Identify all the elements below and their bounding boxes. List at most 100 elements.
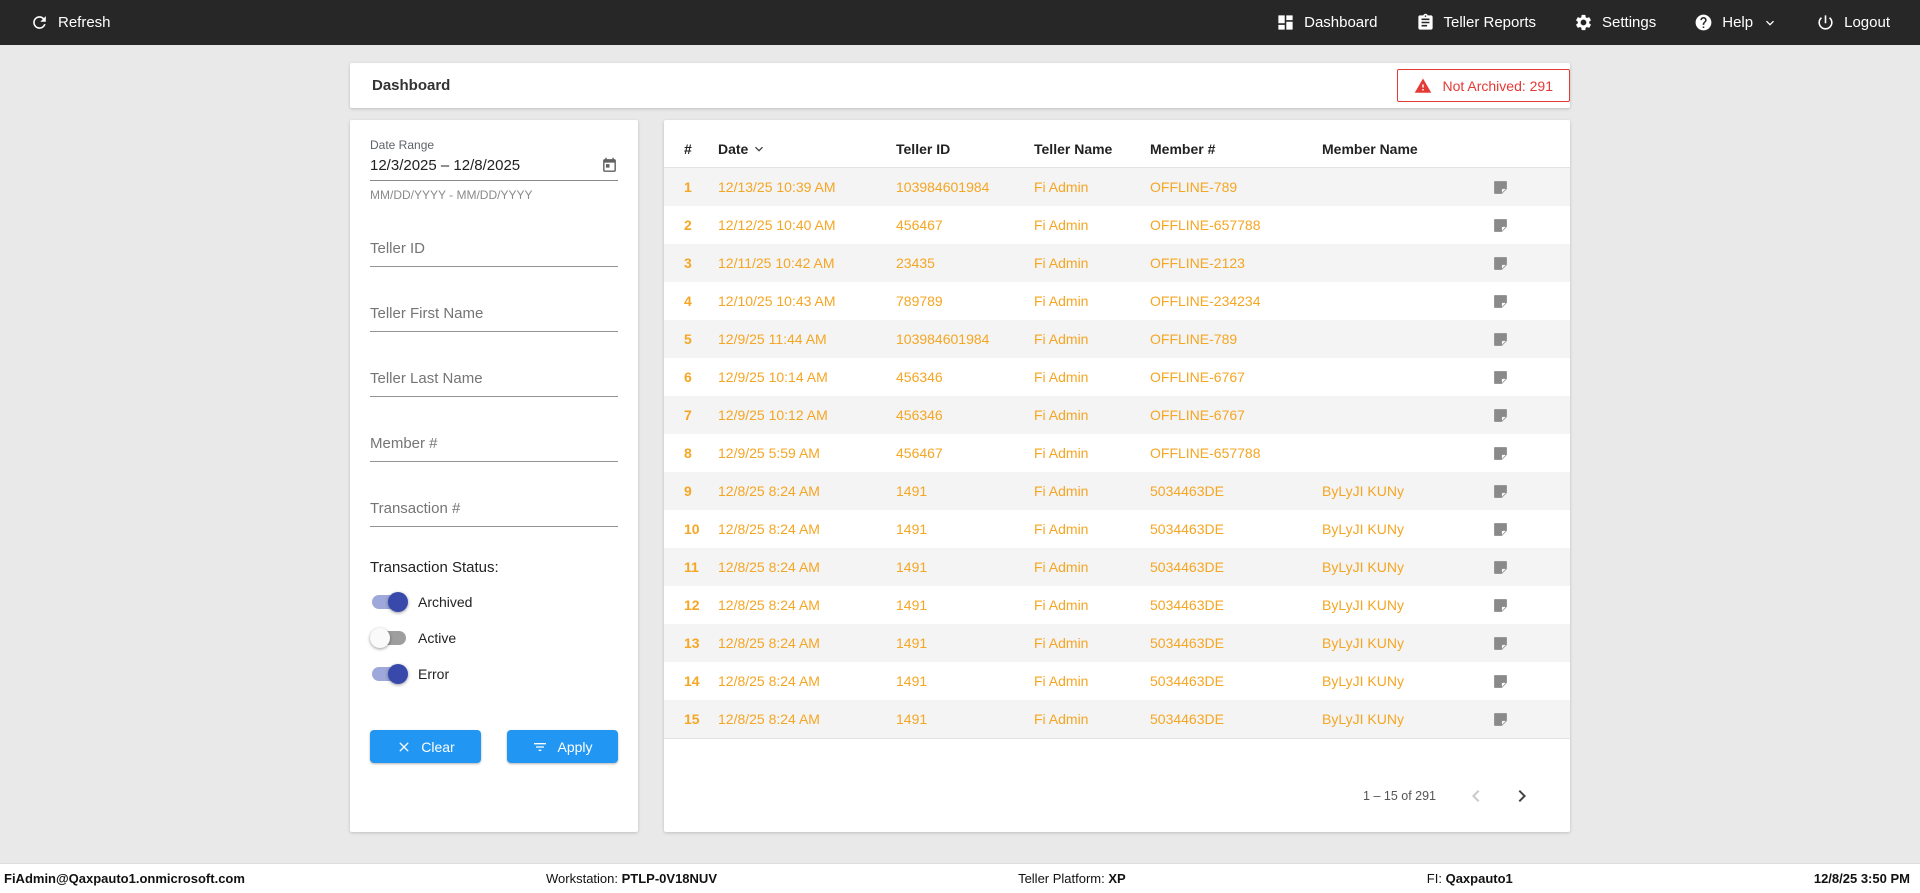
calendar-icon[interactable] [601,157,618,174]
teller-last-name-input[interactable] [370,362,618,397]
nav-help-label: Help [1722,14,1754,31]
teller-id-input[interactable] [370,232,618,267]
row-teller-name: Fi Admin [1034,331,1089,347]
status-bar: FiAdmin@Qaxpauto1.onmicrosoft.com Workst… [0,863,1920,893]
teller-first-name-input[interactable] [370,297,618,332]
settings-icon [1574,13,1593,32]
nav-logout[interactable]: Logout [1816,13,1890,32]
archived-toggle[interactable] [370,592,408,612]
pagination-label: 1 – 15 of 291 [1363,789,1436,803]
row-member-number: 5034463DE [1150,597,1224,613]
warning-icon [1414,77,1432,95]
row-date: 12/8/25 8:24 AM [718,559,820,575]
table-row[interactable]: 9 12/8/25 8:24 AM 1491 Fi Admin 5034463D… [664,472,1570,510]
note-icon[interactable] [1492,483,1550,500]
reports-icon [1416,13,1435,32]
table-row[interactable]: 12 12/8/25 8:24 AM 1491 Fi Admin 5034463… [664,586,1570,624]
next-page-button[interactable] [1510,784,1534,808]
row-number: 13 [684,635,700,651]
table-row[interactable]: 13 12/8/25 8:24 AM 1491 Fi Admin 5034463… [664,624,1570,662]
apply-button[interactable]: Apply [507,730,618,763]
filter-panel: Date Range 12/3/2025 – 12/8/2025 MM/DD/Y… [350,120,638,832]
date-range-label: Date Range [370,138,435,152]
table-row[interactable]: 3 12/11/25 10:42 AM 23435 Fi Admin OFFLI… [664,244,1570,282]
row-number: 1 [684,179,692,195]
row-date: 12/8/25 8:24 AM [718,483,820,499]
date-range-value: 12/3/2025 – 12/8/2025 [370,157,521,174]
note-icon[interactable] [1492,407,1550,424]
note-icon[interactable] [1492,369,1550,386]
row-teller-id: 1491 [896,673,928,689]
row-teller-name: Fi Admin [1034,635,1089,651]
row-date: 12/8/25 8:24 AM [718,673,820,689]
table-row[interactable]: 15 12/8/25 8:24 AM 1491 Fi Admin 5034463… [664,700,1570,738]
table-row[interactable]: 2 12/12/25 10:40 AM 456467 Fi Admin OFFL… [664,206,1570,244]
nav-settings[interactable]: Settings [1574,13,1656,32]
note-icon[interactable] [1492,331,1550,348]
row-number: 10 [684,521,700,537]
note-icon[interactable] [1492,635,1550,652]
transactions-table: # Date Teller ID Teller Name Member # Me… [664,120,1570,832]
row-teller-name: Fi Admin [1034,255,1089,271]
filter-icon [532,739,548,755]
table-row[interactable]: 4 12/10/25 10:43 AM 789789 Fi Admin OFFL… [664,282,1570,320]
note-icon[interactable] [1492,255,1550,272]
table-row[interactable]: 5 12/9/25 11:44 AM 103984601984 Fi Admin… [664,320,1570,358]
table-row[interactable]: 1 12/13/25 10:39 AM 103984601984 Fi Admi… [664,168,1570,206]
row-teller-id: 1491 [896,597,928,613]
dashboard-icon [1276,13,1295,32]
table-row[interactable]: 6 12/9/25 10:14 AM 456346 Fi Admin OFFLI… [664,358,1570,396]
table-body: 1 12/13/25 10:39 AM 103984601984 Fi Admi… [664,168,1570,739]
row-member-number: OFFLINE-234234 [1150,293,1261,309]
row-number: 8 [684,445,692,461]
row-member-number: 5034463DE [1150,673,1224,689]
row-teller-id: 1491 [896,635,928,651]
archived-toggle-row[interactable]: Archived [370,592,618,612]
row-number: 11 [684,559,699,575]
topbar-nav: Dashboard Teller Reports Settings Help L… [1276,13,1890,32]
row-number: 4 [684,293,692,309]
note-icon[interactable] [1492,179,1550,196]
date-range-field[interactable]: 12/3/2025 – 12/8/2025 [370,152,618,181]
close-icon [396,739,412,755]
table-header-row: # Date Teller ID Teller Name Member # Me… [664,130,1570,168]
note-icon[interactable] [1492,673,1550,690]
row-teller-name: Fi Admin [1034,597,1089,613]
nav-teller-reports[interactable]: Teller Reports [1416,13,1537,32]
row-member-name: ByLyJI KUNy [1322,559,1404,575]
clear-button[interactable]: Clear [370,730,481,763]
table-row[interactable]: 11 12/8/25 8:24 AM 1491 Fi Admin 5034463… [664,548,1570,586]
active-toggle[interactable] [370,628,408,648]
nav-settings-label: Settings [1602,14,1657,31]
transaction-status-label: Transaction Status: [370,559,499,576]
note-icon[interactable] [1492,293,1550,310]
error-toggle-row[interactable]: Error [370,664,618,684]
note-icon[interactable] [1492,711,1550,728]
active-toggle-row[interactable]: Active [370,628,618,648]
table-row[interactable]: 7 12/9/25 10:12 AM 456346 Fi Admin OFFLI… [664,396,1570,434]
row-member-number: OFFLINE-6767 [1150,369,1245,385]
transaction-number-input[interactable] [370,492,618,527]
row-date: 12/8/25 8:24 AM [718,635,820,651]
not-archived-badge[interactable]: Not Archived: 291 [1397,69,1570,102]
table-row[interactable]: 10 12/8/25 8:24 AM 1491 Fi Admin 5034463… [664,510,1570,548]
nav-help[interactable]: Help [1694,13,1778,32]
refresh-button[interactable]: Refresh [30,13,111,32]
note-icon[interactable] [1492,217,1550,234]
nav-dashboard[interactable]: Dashboard [1276,13,1378,32]
row-teller-name: Fi Admin [1034,559,1089,575]
note-icon[interactable] [1492,559,1550,576]
note-icon[interactable] [1492,521,1550,538]
error-toggle[interactable] [370,664,408,684]
row-teller-name: Fi Admin [1034,217,1089,233]
note-icon[interactable] [1492,597,1550,614]
status-fi: FI: Qaxpauto1 [1426,871,1513,886]
table-row[interactable]: 14 12/8/25 8:24 AM 1491 Fi Admin 5034463… [664,662,1570,700]
table-row[interactable]: 8 12/9/25 5:59 AM 456467 Fi Admin OFFLIN… [664,434,1570,472]
member-number-input[interactable] [370,427,618,462]
col-date[interactable]: Date [718,141,896,157]
previous-page-button[interactable] [1464,784,1488,808]
nav-teller-reports-label: Teller Reports [1443,14,1537,31]
archived-toggle-label: Archived [418,594,473,610]
note-icon[interactable] [1492,445,1550,462]
